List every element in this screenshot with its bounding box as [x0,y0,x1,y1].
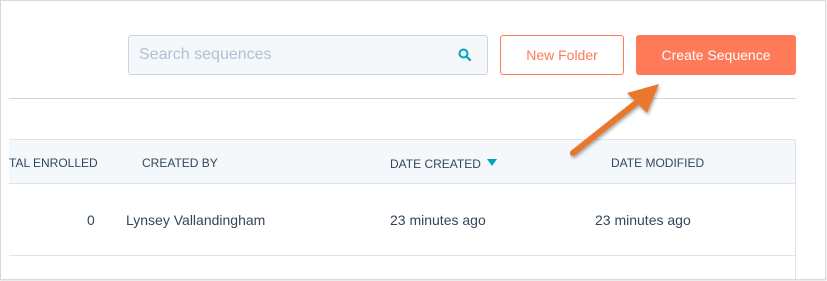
column-header-date-modified[interactable]: DATE MODIFIED [611,156,704,170]
cell-total-enrolled: 0 [87,212,95,228]
column-header-created-by[interactable]: CREATED BY [142,156,218,170]
column-header-label: DATE MODIFIED [611,156,705,170]
sort-descending-icon[interactable] [486,156,497,170]
toolbar-divider [9,98,796,99]
column-header-label: CREATED BY [142,156,218,170]
column-header-label: TAL ENROLLED [9,156,98,170]
create-sequence-button[interactable]: Create Sequence [636,35,796,75]
cell-created-by: Lynsey Vallandingham [126,212,266,228]
sequences-table: TAL ENROLLED CREATED BY DATE CREATED DAT… [9,139,796,279]
column-header-label: DATE CREATED [390,157,481,171]
search-icon[interactable] [457,47,473,63]
search-input[interactable] [129,36,449,74]
sequences-panel: New Folder Create Sequence TAL ENROLLED … [0,0,826,280]
cell-date-created: 23 minutes ago [390,212,486,228]
column-header-date-created[interactable]: DATE CREATED [390,156,497,171]
cell-date-modified: 23 minutes ago [595,212,691,228]
new-folder-button[interactable]: New Folder [500,35,624,75]
search-box[interactable] [128,35,488,75]
column-header-total-enrolled[interactable]: TAL ENROLLED [9,156,98,170]
table-header: TAL ENROLLED CREATED BY DATE CREATED DAT… [9,140,795,184]
table-row[interactable]: 0 Lynsey Vallandingham 23 minutes ago 23… [9,184,795,256]
